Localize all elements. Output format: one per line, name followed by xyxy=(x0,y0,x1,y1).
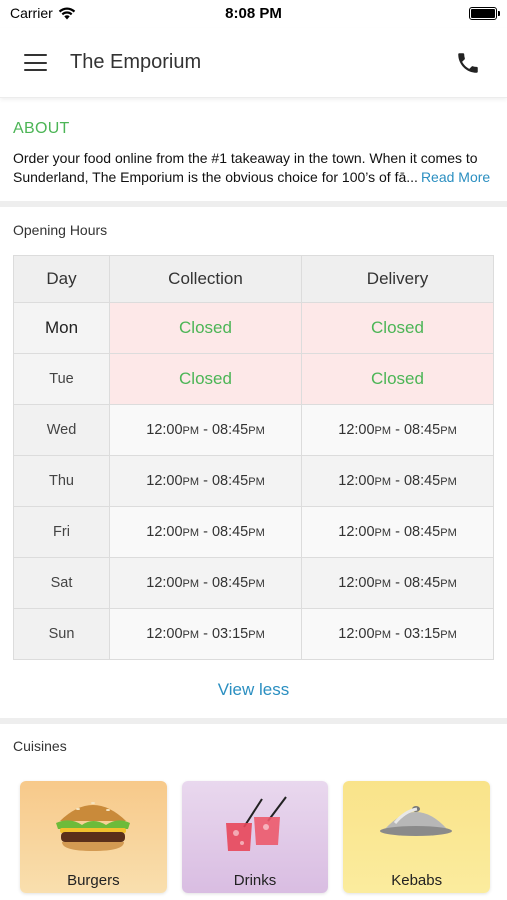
opening-hours-label: Opening Hours xyxy=(13,222,108,238)
about-text-line2: Sunderland, The Emporium is the obvious … xyxy=(13,169,418,185)
collection-hours: 12:00PM - 08:45PM xyxy=(109,455,302,507)
table-row: Wed 12:00PM - 08:45PM 12:00PM - 08:45PM xyxy=(13,404,494,456)
cuisine-list: Burgers Drinks Kebabs xyxy=(0,781,507,893)
delivery-status: Closed xyxy=(301,353,494,405)
column-header-day: Day xyxy=(13,255,110,303)
cuisine-label: Kebabs xyxy=(391,872,443,889)
cuisine-card-burgers[interactable]: Burgers xyxy=(20,781,167,893)
phone-icon[interactable] xyxy=(455,50,481,76)
view-less-button[interactable]: View less xyxy=(0,660,507,718)
day-cell: Fri xyxy=(13,506,110,558)
collection-hours: 12:00PM - 08:45PM xyxy=(109,506,302,558)
hamburger-menu-icon[interactable] xyxy=(24,54,47,71)
delivery-hours: 12:00PM - 08:45PM xyxy=(301,557,494,609)
table-row: Tue Closed Closed xyxy=(13,353,494,405)
column-header-delivery: Delivery xyxy=(301,255,494,303)
delivery-hours: 12:00PM - 08:45PM xyxy=(301,404,494,456)
table-row: Thu 12:00PM - 08:45PM 12:00PM - 08:45PM xyxy=(13,455,494,507)
day-cell: Sat xyxy=(13,557,110,609)
opening-hours-table: Day Collection Delivery Mon Closed Close… xyxy=(13,255,494,660)
about-text-line1: Order your food online from the #1 takea… xyxy=(13,150,478,166)
drinks-icon xyxy=(225,796,287,851)
table-row: Sun 12:00PM - 03:15PM 12:00PM - 03:15PM xyxy=(13,608,494,660)
cuisine-card-drinks[interactable]: Drinks xyxy=(181,781,329,893)
table-row: Sat 12:00PM - 08:45PM 12:00PM - 08:45PM xyxy=(13,557,494,609)
collection-hours: 12:00PM - 08:45PM xyxy=(109,404,302,456)
column-header-collection: Collection xyxy=(109,255,302,303)
cuisine-label: Burgers xyxy=(67,872,120,889)
day-cell: Wed xyxy=(13,404,110,456)
app-header: The Emporium xyxy=(0,28,507,98)
delivery-hours: 12:00PM - 08:45PM xyxy=(301,455,494,507)
about-section: ABOUT Order your food online from the #1… xyxy=(0,98,507,201)
collection-hours: 12:00PM - 08:45PM xyxy=(109,557,302,609)
table-header-row: Day Collection Delivery xyxy=(13,255,494,303)
battery-icon xyxy=(469,7,500,20)
table-row: Fri 12:00PM - 08:45PM 12:00PM - 08:45PM xyxy=(13,506,494,558)
day-cell: Sun xyxy=(13,608,110,660)
day-cell: Mon xyxy=(13,302,110,354)
cuisines-label: Cuisines xyxy=(13,738,67,754)
collection-status: Closed xyxy=(109,302,302,354)
cloche-icon xyxy=(380,806,453,836)
day-cell: Thu xyxy=(13,455,110,507)
collection-hours: 12:00PM - 03:15PM xyxy=(109,608,302,660)
about-heading: ABOUT xyxy=(13,120,70,137)
cuisine-label: Drinks xyxy=(233,872,277,889)
burger-icon xyxy=(56,802,130,851)
delivery-status: Closed xyxy=(301,302,494,354)
delivery-hours: 12:00PM - 03:15PM xyxy=(301,608,494,660)
read-more-link[interactable]: Read More xyxy=(418,168,490,187)
delivery-hours: 12:00PM - 08:45PM xyxy=(301,506,494,558)
about-text: Order your food online from the #1 takea… xyxy=(13,149,494,187)
status-time: 8:08 PM xyxy=(225,5,282,22)
collection-status: Closed xyxy=(109,353,302,405)
status-bar: Carrier 8:08 PM xyxy=(0,0,507,28)
day-cell: Tue xyxy=(13,353,110,405)
table-row: Mon Closed Closed xyxy=(13,302,494,354)
page-title: The Emporium xyxy=(70,51,202,73)
cuisine-card-kebabs[interactable]: Kebabs xyxy=(343,781,491,893)
